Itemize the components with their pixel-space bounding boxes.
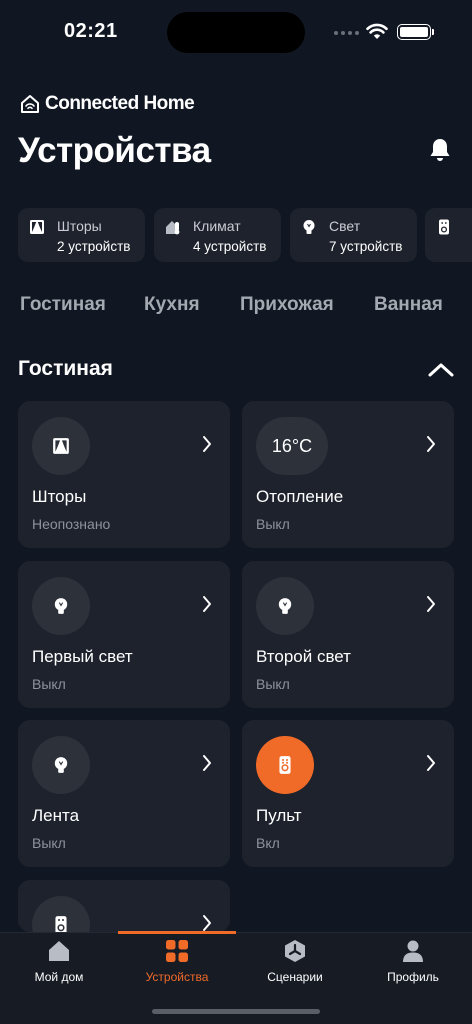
temperature-value: 16°C xyxy=(271,435,313,456)
device-categories: Шторы 2 устройств Климат 4 устройств Све… xyxy=(18,208,472,262)
device-icon-badge-active xyxy=(256,736,314,794)
room-tab-hallway[interactable]: Прихожая xyxy=(240,294,334,316)
device-card[interactable] xyxy=(18,880,230,932)
room-tab-living-room[interactable]: Гостиная xyxy=(20,294,106,316)
category-chip-climate[interactable]: Климат 4 устройств xyxy=(154,208,281,262)
chevron-up-icon[interactable] xyxy=(428,362,454,378)
tab-label: Устройства xyxy=(145,970,209,984)
home-indicator xyxy=(152,1009,320,1014)
notifications-bell-icon[interactable] xyxy=(428,137,452,163)
device-name: Шторы xyxy=(32,487,87,506)
device-status: Выкл xyxy=(32,676,66,692)
category-label: Свет xyxy=(329,218,361,234)
home-icon xyxy=(49,941,69,961)
status-bar: 02:21 xyxy=(0,0,472,62)
device-card[interactable]: 16°C Отопление Выкл xyxy=(242,401,454,548)
room-tab-kitchen[interactable]: Кухня xyxy=(144,294,200,316)
tab-label: Профиль xyxy=(387,970,439,984)
device-name: Пульт xyxy=(256,806,302,825)
category-label: Климат xyxy=(193,218,241,234)
lightbulb-icon xyxy=(278,598,292,614)
device-icon-badge xyxy=(32,736,90,794)
category-chip-remote[interactable] xyxy=(425,208,472,262)
device-card[interactable]: Второй свет Выкл xyxy=(242,561,454,708)
device-name: Второй свет xyxy=(256,647,351,666)
chevron-right-icon xyxy=(427,436,435,452)
device-name: Лента xyxy=(32,806,80,825)
curtains-icon xyxy=(53,438,69,454)
remote-icon xyxy=(55,916,67,932)
category-count: 4 устройств xyxy=(193,239,267,254)
device-icon-badge xyxy=(32,417,90,475)
chevron-right-icon xyxy=(427,596,435,612)
chevron-right-icon xyxy=(203,596,211,612)
brand-name: Connected Home xyxy=(45,93,195,114)
wifi-icon xyxy=(366,23,388,39)
chevron-right-icon xyxy=(203,915,211,931)
device-status: Выкл xyxy=(32,835,66,851)
battery-icon xyxy=(397,24,434,40)
room-tab-bathroom[interactable]: Ванная xyxy=(374,294,443,316)
device-icon-badge xyxy=(32,896,90,932)
category-chip-light[interactable]: Свет 7 устройств xyxy=(290,208,417,262)
tab-label: Мой дом xyxy=(34,970,84,984)
category-count: 7 устройств xyxy=(329,239,403,254)
lightbulb-icon xyxy=(54,757,68,773)
tab-label: Сценарии xyxy=(267,970,323,984)
device-card[interactable]: Пульт Вкл xyxy=(242,720,454,867)
device-name: Первый свет xyxy=(32,647,133,666)
profile-icon xyxy=(403,940,423,962)
tab-profile[interactable]: Профиль xyxy=(354,933,472,993)
page-title: Устройства xyxy=(18,131,211,170)
device-status: Выкл xyxy=(256,516,290,532)
device-icon-badge xyxy=(32,577,90,635)
device-card[interactable]: Первый свет Выкл xyxy=(18,561,230,708)
device-status: Вкл xyxy=(256,835,280,851)
tab-scenarios[interactable]: Сценарии xyxy=(236,933,354,993)
remote-icon xyxy=(439,219,449,235)
tab-my-home[interactable]: Мой дом xyxy=(0,933,118,993)
category-label: Шторы xyxy=(57,218,102,234)
brand: Connected Home xyxy=(20,93,195,115)
grid-icon xyxy=(166,940,188,962)
house-wifi-logo-icon xyxy=(21,95,39,113)
remote-icon xyxy=(279,756,291,774)
device-card[interactable]: Лента Выкл xyxy=(18,720,230,867)
lightbulb-icon xyxy=(54,598,68,614)
status-time: 02:21 xyxy=(64,20,118,42)
chevron-right-icon xyxy=(427,755,435,771)
device-name: Отопление xyxy=(256,487,344,506)
section-title: Гостиная xyxy=(18,357,113,380)
cellular-signal-icon xyxy=(334,31,359,35)
category-chip-curtains[interactable]: Шторы 2 устройств xyxy=(18,208,145,262)
scenarios-icon xyxy=(285,940,305,962)
chevron-right-icon xyxy=(203,755,211,771)
climate-icon xyxy=(166,221,180,235)
tab-devices[interactable]: Устройства xyxy=(118,933,236,993)
lightbulb-icon xyxy=(303,220,315,234)
device-status: Неопознано xyxy=(32,516,111,532)
dynamic-island xyxy=(167,12,305,53)
device-icon-badge xyxy=(256,577,314,635)
device-status: Выкл xyxy=(256,676,290,692)
chevron-right-icon xyxy=(203,436,211,452)
category-count: 2 устройств xyxy=(57,239,131,254)
room-tabs: Гостиная Кухня Прихожая Ванная xyxy=(20,294,472,318)
device-card[interactable]: Шторы Неопознано xyxy=(18,401,230,548)
curtains-icon xyxy=(30,220,44,234)
temperature-badge: 16°C xyxy=(256,417,328,475)
